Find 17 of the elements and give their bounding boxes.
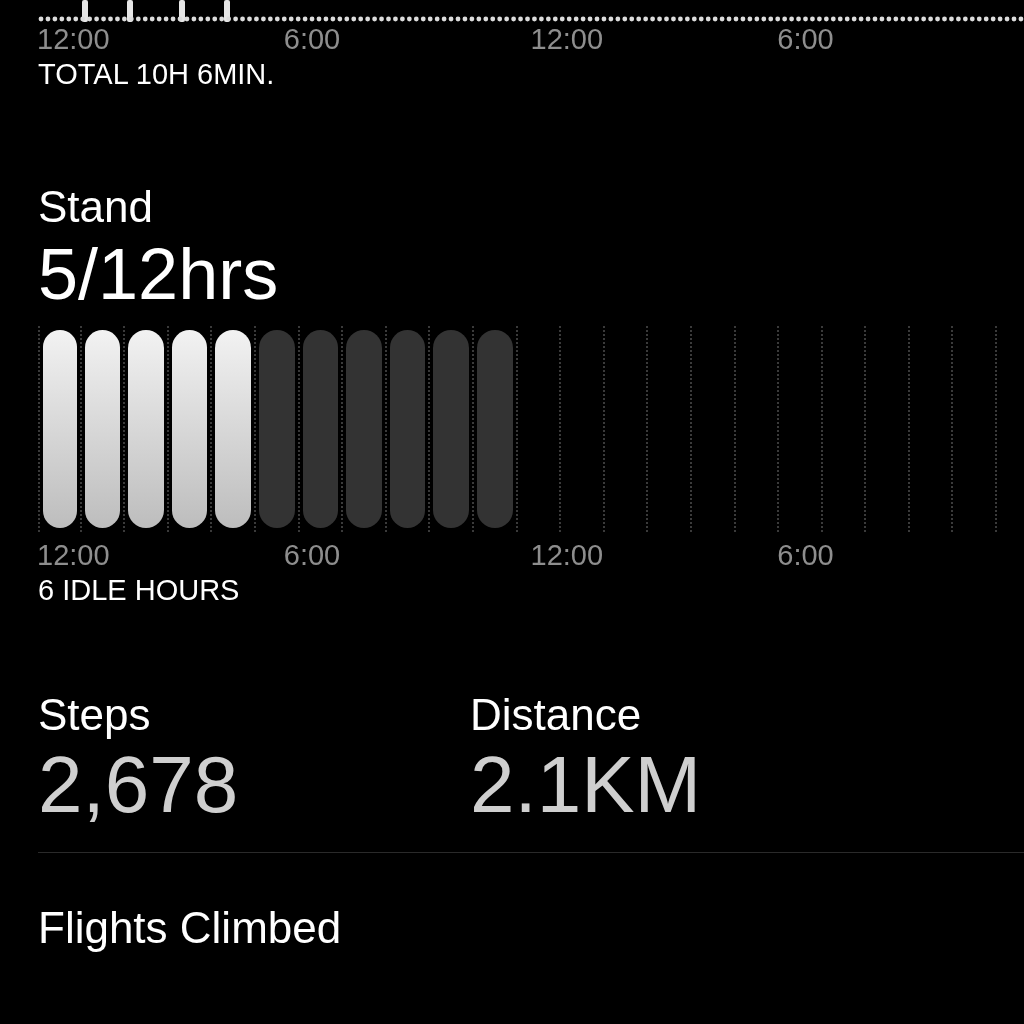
axis-label: 6:00 (777, 22, 835, 56)
total-label: TOTAL 10H 6MIN. (38, 57, 276, 92)
axis-label: 12:00 (37, 22, 111, 56)
flights-label: Flights Climbed (38, 903, 343, 953)
axis-label: 12:00 (530, 22, 605, 56)
axis-label: 6:00 (283, 538, 342, 572)
stand-value: 5/12hrs (38, 233, 280, 316)
metric-label: Steps (38, 690, 152, 740)
axis-label: 6:00 (283, 22, 342, 56)
axis-label: 12:00 (530, 538, 605, 572)
idle-hours-label: 6 IDLE HOURS (38, 573, 241, 608)
metric-value: 2.1KM (470, 740, 703, 830)
metric-value: 2,678 (38, 740, 240, 830)
metric-label: Distance (470, 690, 643, 740)
axis-label: 6:00 (777, 538, 835, 572)
axis-label: 12:00 (37, 538, 111, 572)
stand-title: Stand (38, 182, 154, 232)
